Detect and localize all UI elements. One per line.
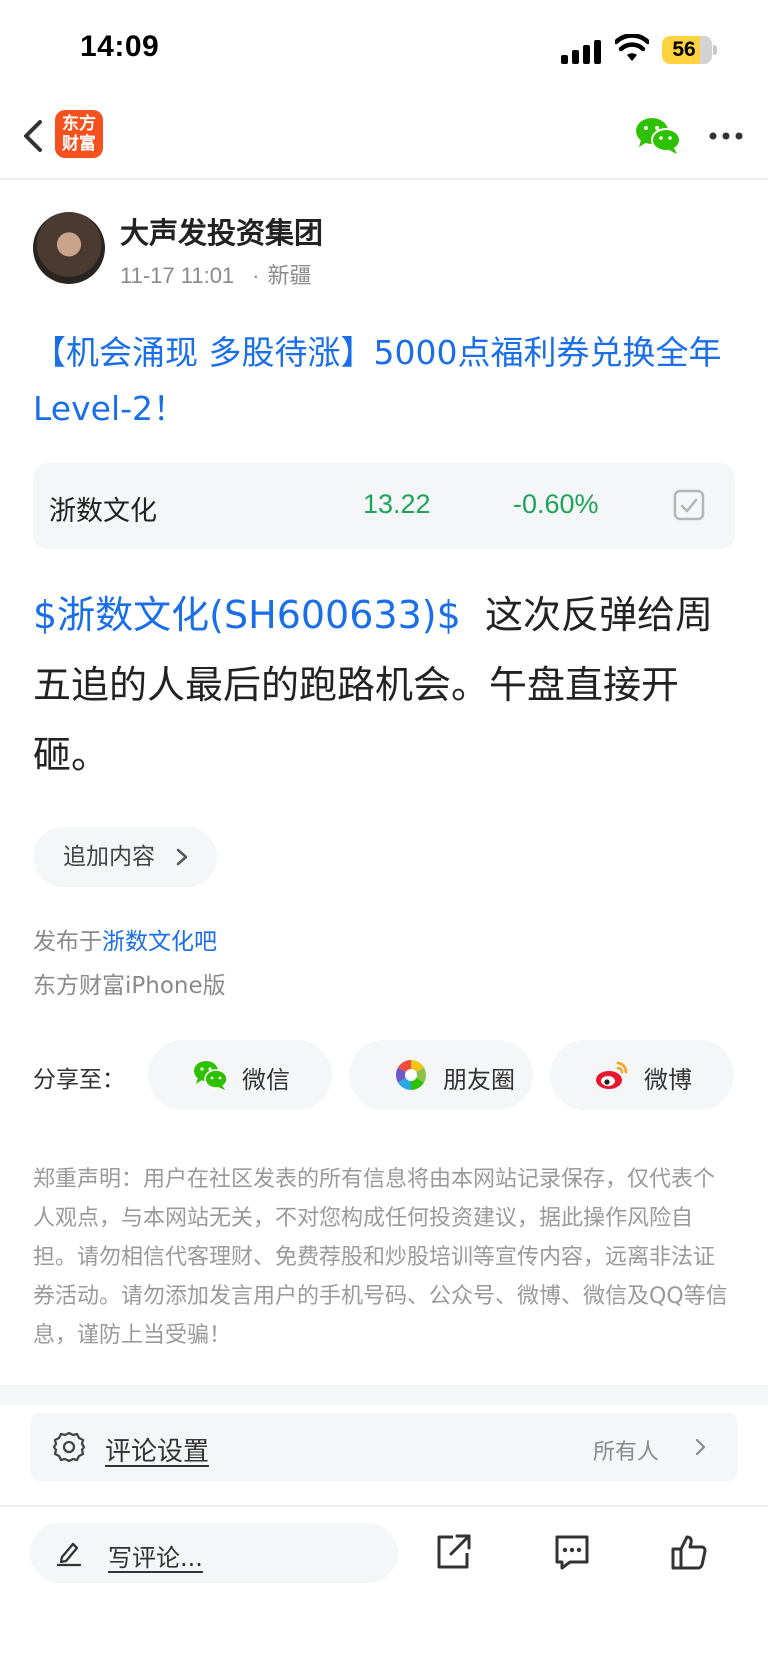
comment-placeholder: 写评论... (108, 1544, 203, 1572)
meta-separator: · (252, 263, 260, 288)
nav-bar: 东方 财富 (0, 100, 768, 180)
disclaimer: 郑重声明：用户在社区发表的所有信息将由本网站记录保存，仅代表个人观点，与本网站无… (33, 1167, 728, 1348)
post-body: $浙数文化(SH600633)$ 这次反弹给周五追的人最后的跑路机会。午盘直接开… (33, 580, 741, 790)
client-source: 东方财富iPhone版 (33, 973, 226, 999)
share-moments-label: 朋友圈 (443, 1066, 515, 1094)
comment-settings-value: 所有人 (593, 1440, 660, 1465)
battery-icon: 56 (662, 36, 712, 64)
more-icon[interactable] (708, 130, 744, 142)
chevron-right-icon (176, 848, 188, 866)
like-icon[interactable] (669, 1532, 709, 1572)
published-prefix: 发布于 (33, 929, 102, 955)
wechat-share-icon[interactable] (635, 116, 681, 156)
append-content-label: 追加内容 (63, 844, 155, 870)
wechat-icon (194, 1061, 228, 1090)
share-moments-button[interactable]: 朋友圈 (349, 1040, 533, 1110)
append-content-button[interactable]: 追加内容 (33, 827, 217, 887)
published-in: 发布于浙数文化吧 (33, 922, 217, 956)
stock-name: 浙数文化 (49, 496, 157, 527)
post-datetime: 11-17 11:01 (120, 263, 235, 288)
bar-link[interactable]: 浙数文化吧 (102, 929, 217, 955)
comment-input[interactable]: 写评论... (30, 1523, 398, 1583)
gear-icon (52, 1431, 86, 1463)
stock-card[interactable]: 浙数文化 13.22 -0.60% (33, 463, 735, 549)
comment-settings-label: 评论设置 (105, 1437, 210, 1467)
add-watchlist-icon[interactable] (673, 489, 705, 521)
post-meta: 11-17 11:01 · 新疆 (120, 258, 312, 290)
bottom-divider (0, 1505, 768, 1507)
avatar[interactable] (33, 212, 105, 284)
share-weibo-button[interactable]: 微博 (550, 1040, 734, 1110)
post-title[interactable]: 【机会涌现 多股待涨】5000点福利券兑换全年Level-2！ (33, 325, 738, 437)
comment-settings-row[interactable]: 评论设置 所有人 (30, 1413, 738, 1481)
status-bar: 14:09 56 (0, 0, 768, 100)
moments-icon (395, 1060, 427, 1090)
signal-icon (561, 38, 603, 64)
stock-price: 13.22 (363, 489, 431, 519)
share-wechat-label: 微信 (242, 1066, 290, 1094)
share-label: 分享至： (33, 1067, 125, 1093)
chevron-right-icon (695, 1438, 706, 1456)
author-name[interactable]: 大声发投资集团 (120, 210, 323, 252)
status-time: 14:09 (80, 30, 160, 63)
pen-icon (56, 1542, 82, 1567)
back-icon[interactable] (18, 116, 48, 156)
wifi-icon (615, 34, 649, 61)
stock-change: -0.60% (513, 489, 599, 519)
comment-icon[interactable] (552, 1532, 592, 1572)
app-logo[interactable]: 东方 财富 (55, 110, 103, 158)
section-divider (0, 1385, 768, 1405)
weibo-icon (596, 1061, 628, 1089)
battery-level: 56 (672, 38, 696, 61)
stock-link[interactable]: $浙数文化(SH600633)$ (33, 593, 461, 637)
post-location: 新疆 (267, 263, 312, 288)
share-icon[interactable] (433, 1532, 473, 1572)
share-weibo-label: 微博 (644, 1066, 692, 1094)
share-wechat-button[interactable]: 微信 (148, 1040, 332, 1110)
